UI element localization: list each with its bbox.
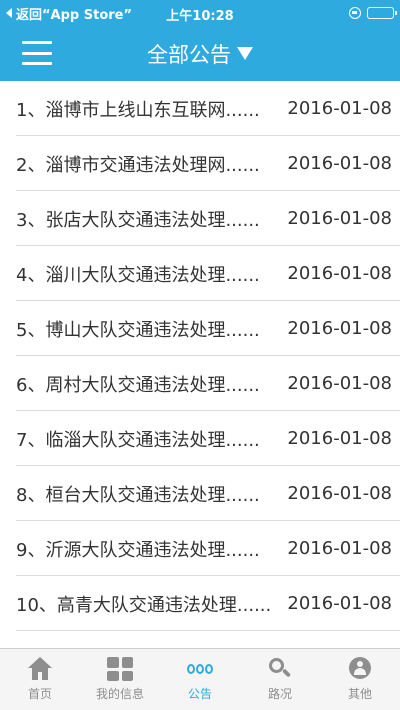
notice-date: 2016-01-08 (287, 153, 392, 174)
notice-date: 2016-01-08 (287, 428, 392, 449)
notice-filter-dropdown[interactable]: 全部公告 (147, 39, 253, 69)
orientation-lock-icon (349, 7, 361, 19)
list-item[interactable]: 9、沂源大队交通违法处理...... 2016-01-08 (0, 521, 400, 576)
notice-title: 5、博山大队交通违法处理...... (16, 319, 260, 341)
grid-icon (107, 657, 133, 681)
notice-title: 7、临淄大队交通违法处理...... (16, 429, 260, 451)
tab-traffic[interactable]: 路况 (240, 649, 320, 710)
tab-other[interactable]: 其他 (320, 649, 400, 710)
tab-home[interactable]: 首页 (0, 649, 80, 710)
notice-date: 2016-01-08 (287, 593, 392, 614)
back-to-app-store[interactable]: 返回“App Store” (6, 4, 132, 23)
notice-date: 2016-01-08 (287, 483, 392, 504)
notice-date: 2016-01-08 (287, 208, 392, 229)
list-item[interactable]: 5、博山大队交通违法处理...... 2016-01-08 (0, 301, 400, 356)
tab-label: 我的信息 (95, 687, 144, 701)
battery-icon (367, 7, 397, 19)
notice-list: 1、淄博市上线山东互联网...... 2016-01-08 2、淄博市交通违法处… (0, 81, 400, 631)
back-label: 返回“App Store” (16, 7, 133, 23)
list-item[interactable]: 6、周村大队交通违法处理...... 2016-01-08 (0, 356, 400, 411)
notice-title: 2、淄博市交通违法处理网...... (16, 154, 260, 176)
back-arrow-icon (6, 8, 12, 18)
notice-date: 2016-01-08 (287, 318, 392, 339)
tab-my-info[interactable]: 我的信息 (80, 649, 160, 710)
tab-notice[interactable]: 公告 (160, 649, 240, 710)
list-item[interactable]: 2、淄博市交通违法处理网...... 2016-01-08 (0, 136, 400, 191)
triangle-down-icon (237, 47, 253, 60)
tab-label: 其他 (347, 687, 372, 701)
notice-title: 6、周村大队交通违法处理...... (16, 374, 260, 396)
user-icon (347, 657, 373, 681)
list-item[interactable]: 1、淄博市上线山东互联网...... 2016-01-08 (0, 81, 400, 136)
notice-title: 1、淄博市上线山东互联网...... (16, 99, 260, 121)
notice-date: 2016-01-08 (287, 373, 392, 394)
notice-date: 2016-01-08 (287, 98, 392, 119)
nav-bar: 全部公告 (0, 26, 400, 81)
notice-icon (187, 657, 213, 681)
notice-date: 2016-01-08 (287, 263, 392, 284)
hamburger-menu-icon[interactable] (22, 41, 52, 65)
list-item[interactable]: 3、张店大队交通违法处理...... 2016-01-08 (0, 191, 400, 246)
tab-label: 路况 (267, 687, 292, 701)
tab-label: 首页 (27, 687, 52, 701)
list-item[interactable]: 7、临淄大队交通违法处理...... 2016-01-08 (0, 411, 400, 466)
notice-title: 3、张店大队交通违法处理...... (16, 209, 260, 231)
list-item[interactable]: 8、桓台大队交通违法处理...... 2016-01-08 (0, 466, 400, 521)
search-icon (267, 657, 293, 681)
home-icon (27, 657, 53, 681)
notice-title: 8、桓台大队交通违法处理...... (16, 484, 260, 506)
tab-bar: 首页 我的信息 公告 路况 其他 (0, 648, 400, 710)
nav-title: 全部公告 (147, 42, 231, 67)
notice-title: 9、沂源大队交通违法处理...... (16, 539, 260, 561)
status-bar: 返回“App Store” 上午10:28 (0, 0, 400, 26)
notice-date: 2016-01-08 (287, 538, 392, 559)
notice-title: 4、淄川大队交通违法处理...... (16, 264, 260, 286)
notice-title: 10、高青大队交通违法处理...... (16, 594, 272, 616)
tab-label: 公告 (187, 687, 212, 701)
list-item[interactable]: 4、淄川大队交通违法处理...... 2016-01-08 (0, 246, 400, 301)
list-item[interactable]: 10、高青大队交通违法处理...... 2016-01-08 (0, 576, 400, 631)
app-header: 返回“App Store” 上午10:28 全部公告 (0, 0, 400, 81)
